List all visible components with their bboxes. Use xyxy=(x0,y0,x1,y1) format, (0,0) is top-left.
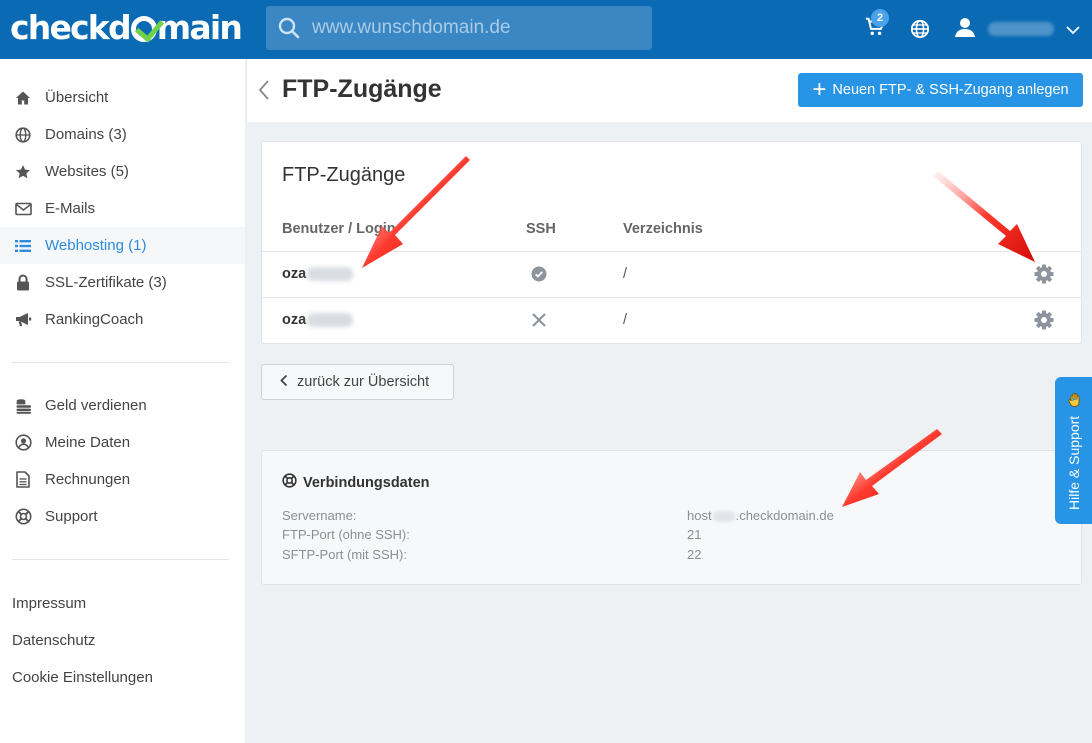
domain-search-box[interactable] xyxy=(266,6,652,50)
back-to-overview-button[interactable]: zurück zur Übersicht xyxy=(261,364,454,400)
sidebar-item-earn-money[interactable]: Geld verdienen xyxy=(0,387,245,424)
help-support-label[interactable]: Hilfe & Support xyxy=(1066,416,1082,510)
lock-icon xyxy=(14,274,32,292)
sidebar-item-ssl[interactable]: SSL-Zertifikate (3) xyxy=(0,264,245,301)
sidebar-item-label: Websites (5) xyxy=(45,163,129,180)
sidebar-item-label: E-Mails xyxy=(45,200,96,217)
sidebar-item-domains[interactable]: Domains (3) xyxy=(0,116,245,153)
ftp-port-value: 21 xyxy=(687,527,702,542)
logo-check-icon xyxy=(130,16,157,42)
sidebar-item-rankingcoach[interactable]: RankingCoach xyxy=(0,301,245,338)
mail-icon xyxy=(14,200,32,218)
column-header-ssh: SSH xyxy=(526,221,556,237)
card-title: FTP-Zugänge xyxy=(282,164,406,186)
top-navigation-bar: checkd main 2 xyxy=(0,0,1092,59)
gear-icon[interactable] xyxy=(1034,310,1054,334)
directory-value: / xyxy=(623,266,628,282)
sidebar-item-my-data[interactable]: Meine Daten xyxy=(0,424,245,461)
back-chevron-icon[interactable] xyxy=(258,79,270,105)
sidebar-item-invoices[interactable]: Rechnungen xyxy=(0,461,245,498)
footer-link-impressum[interactable]: Impressum xyxy=(12,595,86,612)
sidebar-item-label: SSL-Zertifikate (3) xyxy=(45,274,167,291)
gear-icon[interactable] xyxy=(1034,264,1054,288)
sidebar-item-label: Webhosting (1) xyxy=(45,237,147,254)
login-name: oza xyxy=(282,312,354,328)
servername-value: host .checkdomain.de xyxy=(687,508,834,523)
column-header-directory: Verzeichnis xyxy=(623,221,703,237)
sidebar-item-overview[interactable]: Übersicht xyxy=(0,79,245,116)
page-title: FTP-Zugänge xyxy=(282,75,442,103)
domain-search-input[interactable] xyxy=(312,17,632,39)
sidebar-item-label: Geld verdienen xyxy=(45,397,147,414)
sidebar-item-support[interactable]: Support xyxy=(0,498,245,535)
sftp-port-label: SFTP-Port (mit SSH): xyxy=(282,547,407,562)
directory-value: / xyxy=(623,312,628,328)
user-name-redacted xyxy=(988,22,1054,36)
column-header-login: Benutzer / Login xyxy=(282,221,396,237)
sidebar-divider xyxy=(12,559,229,560)
chevron-left-icon xyxy=(280,374,288,391)
chevron-down-icon xyxy=(1066,20,1080,39)
connection-title: Verbindungsdaten xyxy=(282,473,430,492)
globe-icon xyxy=(14,126,32,144)
button-label: zurück zur Übersicht xyxy=(297,374,430,390)
user-icon xyxy=(954,16,976,42)
user-menu[interactable] xyxy=(954,16,1080,42)
connection-data-panel: Verbindungsdaten Servername: host .checkd… xyxy=(261,450,1082,585)
sidebar-item-label: RankingCoach xyxy=(45,311,144,328)
sidebar-item-label: Support xyxy=(45,508,98,525)
servername-label: Servername: xyxy=(282,508,357,523)
ftp-accounts-card: FTP-Zugänge Benutzer / Login SSH Verzeic… xyxy=(261,141,1082,344)
table-row: oza / xyxy=(262,251,1081,297)
sidebar-item-label: Meine Daten xyxy=(45,434,131,451)
cart-count-badge: 2 xyxy=(871,9,889,27)
page-header: FTP-Zugänge + Neuen FTP- & SSH-Zugang an… xyxy=(246,59,1092,122)
ssh-enabled-check-icon xyxy=(531,266,547,286)
login-name: oza xyxy=(282,266,354,282)
sidebar-item-emails[interactable]: E-Mails xyxy=(0,190,245,227)
sidebar-item-websites[interactable]: Websites (5) xyxy=(0,153,245,190)
sidebar-item-webhosting[interactable]: Webhosting (1) xyxy=(0,227,245,264)
footer-link-datenschutz[interactable]: Datenschutz xyxy=(12,632,95,649)
search-icon[interactable] xyxy=(266,16,312,40)
sftp-port-value: 22 xyxy=(687,547,702,562)
sidebar-item-label: Rechnungen xyxy=(45,471,131,488)
waving-hand-icon xyxy=(1068,392,1082,411)
home-icon xyxy=(14,89,32,107)
language-globe-icon[interactable] xyxy=(910,19,930,43)
megaphone-icon xyxy=(14,311,32,329)
document-icon xyxy=(14,471,32,489)
connection-title-text: Verbindungsdaten xyxy=(303,474,430,491)
list-icon xyxy=(14,237,32,255)
lifebuoy-icon xyxy=(282,473,297,492)
sidebar-divider xyxy=(12,362,229,363)
table-row: oza / xyxy=(262,297,1081,343)
plus-icon: + xyxy=(812,76,827,103)
button-label: Neuen FTP- & SSH-Zugang anlegen xyxy=(832,82,1069,98)
ftp-port-label: FTP-Port (ohne SSH): xyxy=(282,527,410,542)
star-icon xyxy=(14,163,32,181)
sidebar-item-label: Übersicht xyxy=(45,89,109,106)
sidebar: Übersicht Domains (3) Websites (5) E-Mai… xyxy=(0,59,245,743)
user-circle-icon xyxy=(14,434,32,452)
sidebar-item-label: Domains (3) xyxy=(45,126,127,143)
logo-text-end: main xyxy=(156,7,243,47)
logo-text-start: checkd xyxy=(10,7,132,47)
footer-link-cookie-settings[interactable]: Cookie Einstellungen xyxy=(12,669,153,686)
checkdomain-logo[interactable]: checkd main xyxy=(10,7,243,47)
lifebuoy-icon xyxy=(14,508,32,526)
coins-icon xyxy=(14,397,32,415)
ssh-disabled-cross-icon xyxy=(531,312,547,332)
new-ftp-ssh-access-button[interactable]: + Neuen FTP- & SSH-Zugang anlegen xyxy=(798,73,1083,107)
